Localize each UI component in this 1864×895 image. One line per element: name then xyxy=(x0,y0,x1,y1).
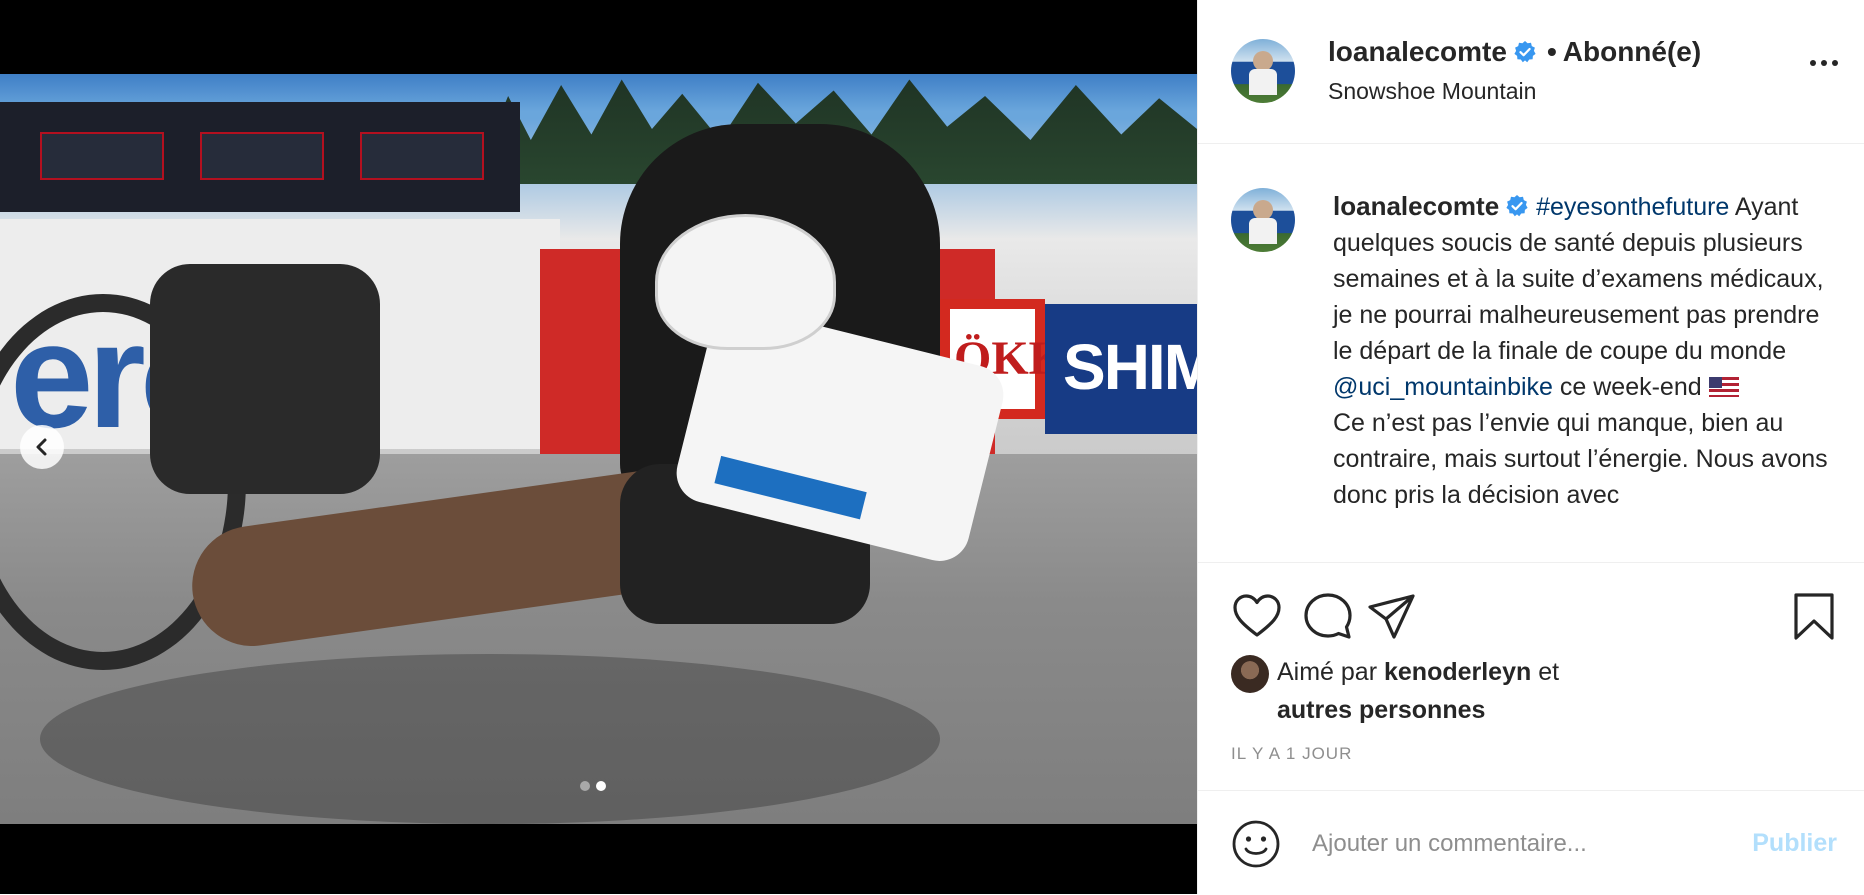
others-link[interactable]: autres personnes xyxy=(1277,696,1485,724)
liker-username[interactable]: kenoderleyn xyxy=(1384,658,1531,686)
separator-dot: • xyxy=(1546,36,1557,67)
more-horizontal-icon[interactable] xyxy=(1809,58,1839,68)
caption-avatar[interactable] xyxy=(1231,188,1295,252)
follow-status-button[interactable]: Abonné(e) xyxy=(1563,36,1701,67)
caption-body-3: Ce n’est pas l’envie qui manque, bien au… xyxy=(1333,409,1828,509)
author-avatar[interactable] xyxy=(1231,39,1295,103)
author-line: loanalecomte • Abonné(e) xyxy=(1328,36,1701,68)
caption-body-2: ce week-end xyxy=(1552,373,1709,401)
caption-text: loanalecomte #eyesonthefuture Ayant quel… xyxy=(1333,188,1843,513)
verified-badge-icon xyxy=(1506,195,1528,217)
post-media: ero ÖKK SHIMA xyxy=(0,0,1197,894)
photo-rider-helmet xyxy=(655,214,836,350)
publish-button[interactable]: Publier xyxy=(1752,829,1837,858)
photo-photographer xyxy=(150,264,380,494)
likes-text: Aimé par kenoderleyn et autres personnes xyxy=(1277,653,1837,729)
comment-input[interactable] xyxy=(1310,821,1714,867)
liker-avatar[interactable] xyxy=(1231,655,1269,693)
verified-badge-icon xyxy=(1514,41,1536,63)
post-photo[interactable]: ero ÖKK SHIMA xyxy=(0,74,1197,824)
heart-icon[interactable] xyxy=(1231,591,1283,643)
post-header: loanalecomte • Abonné(e) Snowshoe Mountain xyxy=(1198,0,1864,144)
carousel-indicator xyxy=(580,781,606,791)
smiley-icon[interactable] xyxy=(1231,819,1281,869)
author-username[interactable]: loanalecomte xyxy=(1328,36,1507,67)
post-actions: Aimé par kenoderleyn et autres personnes… xyxy=(1198,562,1864,793)
post-timestamp[interactable]: IL Y A 1 JOUR xyxy=(1231,744,1352,764)
carousel-dot-active xyxy=(596,781,606,791)
previous-image-button[interactable] xyxy=(20,425,64,469)
speech-bubble-icon[interactable] xyxy=(1302,591,1354,643)
paper-plane-icon[interactable] xyxy=(1366,591,1418,643)
us-flag-icon xyxy=(1708,377,1739,397)
post-location[interactable]: Snowshoe Mountain xyxy=(1328,78,1536,105)
likes-prefix: Aimé par xyxy=(1277,658,1384,686)
caption-hashtag[interactable]: #eyesonthefuture xyxy=(1536,193,1729,221)
photo-shadow xyxy=(40,654,940,824)
likes-middle: et xyxy=(1531,658,1560,686)
photo-shimano-sign: SHIMA xyxy=(1045,304,1197,434)
photo-banner xyxy=(0,102,520,212)
post-sidebar: loanalecomte • Abonné(e) Snowshoe Mountain… xyxy=(1197,0,1864,894)
chevron-left-icon xyxy=(36,438,47,456)
comment-bar: Publier xyxy=(1198,790,1864,895)
caption-mention[interactable]: @uci_mountainbike xyxy=(1333,373,1553,401)
carousel-dot xyxy=(580,781,590,791)
bookmark-icon[interactable] xyxy=(1788,591,1840,643)
post-caption: loanalecomte #eyesonthefuture Ayant quel… xyxy=(1198,144,1864,562)
caption-username[interactable]: loanalecomte xyxy=(1333,191,1499,221)
